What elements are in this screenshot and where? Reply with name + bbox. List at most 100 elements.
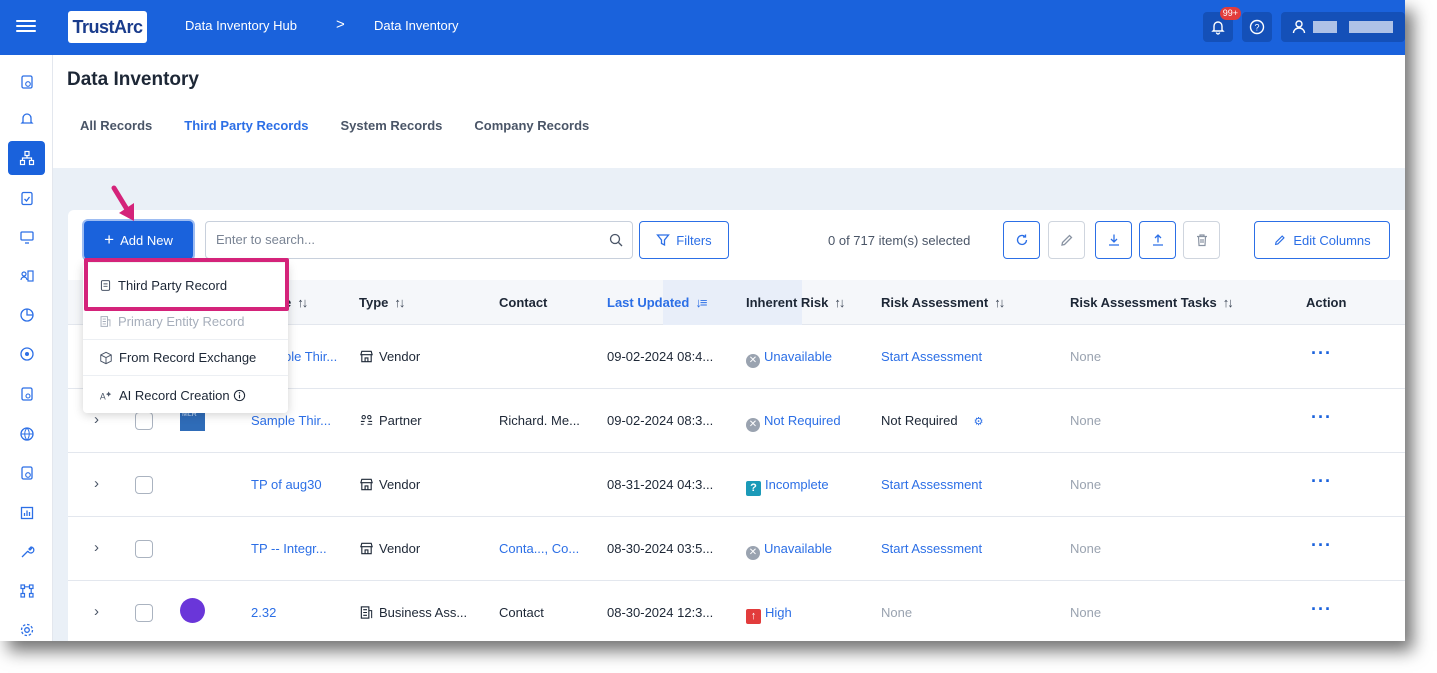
row-action-more-icon[interactable]: ··· — [1311, 599, 1332, 620]
row-action-more-icon[interactable]: ··· — [1311, 471, 1332, 492]
chart-circle-icon — [19, 347, 34, 361]
edit-columns-button[interactable]: Edit Columns — [1254, 221, 1390, 259]
row-checkbox[interactable] — [135, 540, 153, 558]
settings-small-icon[interactable]: ⚙ — [974, 416, 984, 428]
menu-item-label: AI Record Creation — [119, 387, 230, 403]
breadcrumb-data-inventory-hub[interactable]: Data Inventory Hub — [185, 18, 297, 33]
nav-tools[interactable] — [8, 535, 45, 569]
hamburger-menu-icon[interactable] — [16, 17, 36, 37]
breadcrumb-data-inventory: Data Inventory — [374, 18, 459, 33]
search-icon[interactable] — [608, 232, 624, 248]
page-title: Data Inventory — [67, 69, 199, 90]
nav-dashboard[interactable] — [8, 65, 45, 99]
search-placeholder: Enter to search... — [216, 232, 315, 247]
nav-global[interactable] — [8, 417, 45, 451]
record-name-link[interactable]: TP -- Integr... — [251, 541, 327, 556]
tab-system-records[interactable]: System Records — [341, 118, 443, 133]
record-name-link[interactable]: Sample Thir... — [251, 413, 331, 428]
expand-row-chevron-icon[interactable]: › — [94, 603, 99, 620]
nav-settings[interactable] — [8, 613, 45, 641]
plus-icon: + — [104, 230, 115, 249]
notifications-button[interactable]: 99+ — [1203, 7, 1241, 42]
column-header-last-updated[interactable]: Last Updated ↓≡ — [607, 295, 707, 310]
sort-icon[interactable]: ↑↓ — [834, 295, 845, 310]
upload-button[interactable] — [1139, 221, 1176, 259]
expand-row-chevron-icon[interactable]: › — [94, 475, 99, 492]
nav-policies[interactable] — [8, 456, 45, 490]
sort-icon[interactable]: ↑↓ — [297, 295, 308, 310]
user-name-redacted — [1313, 21, 1337, 33]
nav-notifications[interactable] — [8, 102, 45, 136]
tab-all-records[interactable]: All Records — [80, 118, 152, 133]
pencil-icon — [1275, 235, 1286, 246]
row-checkbox[interactable] — [135, 412, 153, 430]
last-updated: 09-02-2024 08:4... — [607, 349, 714, 364]
column-header-risk-assessment-tasks[interactable]: Risk Assessment Tasks ↑↓ — [1070, 295, 1234, 310]
inherent-risk[interactable]: ↑ High — [746, 605, 792, 624]
table-row[interactable]: › TP -- Integr... Vendor Conta..., Co...… — [68, 517, 1405, 581]
ai-sparkle-icon: A — [100, 391, 112, 401]
document-clock-icon — [20, 75, 33, 89]
assessment-tasks: None — [1070, 605, 1102, 620]
row-action-more-icon[interactable]: ··· — [1311, 407, 1332, 428]
row-action-more-icon[interactable]: ··· — [1311, 343, 1332, 364]
sort-descending-icon[interactable]: ↓≡ — [695, 295, 707, 310]
filters-button[interactable]: Filters — [639, 221, 729, 259]
column-header-type[interactable]: Type ↑↓ — [359, 295, 405, 310]
partner-icon — [360, 415, 373, 425]
edit-button[interactable] — [1048, 221, 1085, 259]
inherent-risk[interactable]: ? Incomplete — [746, 477, 829, 496]
tab-third-party-records[interactable]: Third Party Records — [184, 118, 308, 133]
refresh-button[interactable] — [1003, 221, 1040, 259]
row-checkbox[interactable] — [135, 604, 153, 622]
header-label: Last Updated — [607, 295, 690, 310]
record-type: Vendor — [359, 477, 420, 492]
table-row[interactable]: › TP of aug30 Vendor 08-31-2024 04:3... … — [68, 453, 1405, 517]
menu-item-ai-record-creation[interactable]: A AI Record Creation — [83, 377, 288, 413]
column-header-contact[interactable]: Contact — [499, 295, 547, 310]
clipboard-check-icon — [20, 191, 33, 206]
start-assessment-link[interactable]: Start Assessment — [881, 349, 982, 364]
help-button[interactable]: ? — [1242, 12, 1272, 42]
column-header-risk-assessment[interactable]: Risk Assessment ↑↓ — [881, 295, 1005, 310]
nav-reports[interactable] — [8, 337, 45, 371]
nav-assessments[interactable] — [8, 181, 45, 215]
nav-monitor[interactable] — [8, 220, 45, 254]
inherent-risk[interactable]: ✕ Unavailable — [746, 349, 832, 368]
expand-row-chevron-icon[interactable]: › — [94, 411, 99, 428]
nav-metrics[interactable] — [8, 496, 45, 530]
row-action-more-icon[interactable]: ··· — [1311, 535, 1332, 556]
column-header-inherent-risk[interactable]: Inherent Risk ↑↓ — [746, 295, 845, 310]
breadcrumb-separator-icon: > — [336, 16, 345, 33]
user-menu-button[interactable] — [1281, 12, 1405, 42]
search-input[interactable]: Enter to search... — [205, 221, 633, 259]
sort-icon[interactable]: ↑↓ — [394, 295, 405, 310]
start-assessment-link[interactable]: Start Assessment — [881, 477, 982, 492]
info-icon[interactable] — [233, 389, 246, 402]
nav-people[interactable] — [8, 259, 45, 293]
expand-row-chevron-icon[interactable]: › — [94, 539, 99, 556]
download-button[interactable] — [1095, 221, 1132, 259]
inherent-risk[interactable]: ✕ Unavailable — [746, 541, 832, 560]
svg-text:?: ? — [1254, 23, 1259, 33]
record-avatar-icon — [180, 598, 205, 623]
tab-company-records[interactable]: Company Records — [474, 118, 589, 133]
record-name-link[interactable]: 2.32 — [251, 605, 276, 620]
inherent-risk[interactable]: ✕ Not Required — [746, 413, 841, 432]
delete-button[interactable] — [1183, 221, 1220, 259]
nav-analytics[interactable] — [8, 298, 45, 332]
sort-icon[interactable]: ↑↓ — [994, 295, 1005, 310]
table-row[interactable]: › 2.32 Business Ass... Contact 08-30-202… — [68, 581, 1405, 641]
wrench-icon — [21, 546, 34, 558]
start-assessment-link[interactable]: Start Assessment — [881, 541, 982, 556]
nav-data-inventory[interactable] — [8, 141, 45, 175]
menu-item-from-record-exchange[interactable]: From Record Exchange — [83, 340, 288, 376]
nav-documents[interactable] — [8, 377, 45, 411]
sort-icon[interactable]: ↑↓ — [1223, 295, 1234, 310]
record-name-link[interactable]: TP of aug30 — [251, 477, 322, 492]
nav-workflows[interactable] — [8, 574, 45, 608]
record-name-link[interactable]: ple Thir... — [284, 349, 337, 364]
contact-link[interactable]: Conta..., Co... — [499, 541, 579, 556]
row-checkbox[interactable] — [135, 476, 153, 494]
trustarc-logo[interactable]: TrustArc — [68, 11, 147, 43]
